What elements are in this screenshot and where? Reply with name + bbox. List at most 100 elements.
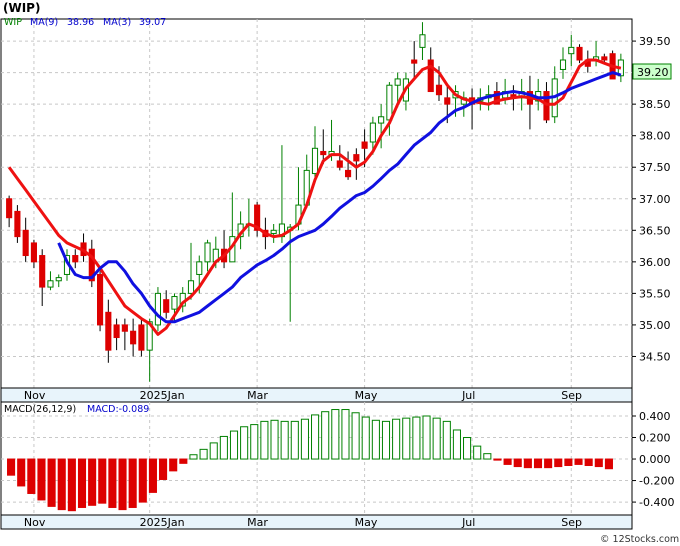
candle-down — [427, 59, 434, 93]
macd-bar-negative — [128, 458, 137, 508]
price-y-tick-label: 37.00 — [639, 193, 671, 206]
macd-bar-negative — [554, 458, 563, 468]
macd-bar-negative — [533, 458, 543, 469]
candle-down — [320, 150, 327, 156]
macd-bar-negative — [57, 458, 66, 511]
price-x-tick-label: Mar — [247, 389, 268, 402]
macd-bar-positive — [422, 415, 431, 460]
macd-x-axis-band — [0, 514, 633, 530]
price-y-tick-label: 36.50 — [639, 224, 671, 237]
legend-ma3-label: MA(3) — [103, 17, 131, 28]
macd-bar-negative — [47, 458, 56, 507]
macd-x-tick-label: Mar — [247, 516, 268, 529]
macd-bar-positive — [402, 417, 411, 460]
candle-up — [394, 78, 401, 86]
candle-up — [378, 116, 385, 124]
macd-bar-positive — [229, 430, 239, 460]
legend-ma9-label: MA(9) — [30, 17, 58, 28]
price-x-tick-label: Jul — [461, 389, 475, 402]
price-y-tick-label: 39.50 — [639, 35, 671, 48]
candle-down — [353, 154, 360, 162]
macd-bar-positive — [371, 419, 380, 460]
macd-bar-negative — [138, 458, 147, 503]
candle-down — [444, 97, 451, 105]
macd-bar-positive — [483, 453, 492, 460]
macd-bar-positive — [219, 435, 228, 460]
price-x-tick-label: May — [355, 389, 378, 402]
price-y-tick-label: 36.00 — [639, 256, 671, 269]
macd-y-tick-label: -0.200 — [639, 475, 674, 488]
price-y-tick-label: 37.50 — [639, 161, 671, 174]
macd-y-axis: -0.400 -0.200 0.000 0.200 0.400 — [632, 410, 674, 509]
macd-bar-positive — [189, 454, 198, 460]
candle-down — [130, 330, 137, 345]
macd-bar-negative — [169, 458, 178, 472]
candle-down — [97, 273, 104, 326]
price-y-tick-label: 34.50 — [639, 350, 671, 363]
macd-bar-negative — [108, 458, 117, 508]
candle-down — [336, 160, 343, 168]
legend-ma3-value: 39.07 — [139, 17, 166, 28]
macd-bar-negative — [37, 458, 46, 501]
price-x-tick-label: Nov — [24, 389, 46, 402]
macd-bar-negative — [17, 458, 26, 487]
macd-bar-positive — [341, 409, 350, 460]
macd-y-tick-label: -0.400 — [639, 496, 674, 509]
candle-down — [105, 311, 112, 351]
price-x-axis-band — [0, 387, 633, 403]
macd-bar-negative — [159, 458, 168, 480]
candle-down — [576, 46, 583, 61]
legend-ma9-value: 38.96 — [67, 17, 94, 28]
legend-ticker: WIP — [4, 17, 22, 28]
macd-bar-negative — [493, 458, 502, 461]
macd-bar-negative — [7, 458, 16, 476]
candle-up — [171, 296, 178, 310]
candle-down — [601, 56, 608, 61]
macd-bar-negative — [98, 458, 107, 504]
candle-up — [196, 261, 203, 275]
macd-bar-positive — [311, 414, 320, 460]
candle-up — [55, 277, 62, 282]
price-y-tick-label: 35.50 — [639, 287, 671, 300]
macd-bar-negative — [27, 458, 36, 494]
macd-bar-positive — [209, 442, 218, 460]
macd-bar-positive — [442, 420, 451, 460]
candle-up — [369, 122, 376, 143]
macd-bar-positive — [473, 445, 482, 460]
candle-down — [6, 198, 13, 219]
macd-bar-positive — [240, 426, 249, 460]
macd-bar-negative — [584, 458, 593, 466]
macd-bar-positive — [361, 416, 370, 460]
candle-up — [187, 280, 195, 294]
macd-bar-negative — [564, 458, 573, 466]
macd-bar-negative — [523, 458, 532, 469]
macd-value-label: MACD:-0.089 — [87, 404, 149, 415]
macd-y-tick-label: 0.000 — [639, 453, 671, 466]
macd-bar-positive — [250, 424, 259, 460]
macd-y-tick-label: 0.400 — [639, 410, 671, 423]
macd-x-tick-label: May — [355, 516, 378, 529]
macd-x-tick-label: Jul — [461, 516, 475, 529]
price-x-tick-label: Sep — [561, 389, 582, 402]
candle-up — [419, 34, 426, 48]
candle-down — [543, 91, 550, 121]
candle-down — [113, 324, 120, 339]
stock-chart: 34.50 35.00 35.50 36.00 36.50 37.00 37.50 38.00… — [0, 1, 679, 545]
macd-bar-negative — [513, 458, 522, 468]
candle-up — [204, 242, 211, 263]
macd-bar-negative — [574, 458, 583, 465]
macd-bar-positive — [351, 412, 360, 460]
candle-down — [163, 299, 170, 313]
candle-down — [345, 169, 352, 178]
candle-down — [22, 229, 29, 257]
candle-down — [138, 324, 145, 351]
candle-down — [30, 242, 37, 263]
price-y-tick-label: 38.00 — [639, 130, 671, 143]
candle-down — [14, 210, 21, 238]
macd-bar-negative — [118, 458, 127, 511]
watermark: © 12Stocks.com — [600, 534, 679, 545]
macd-bar-positive — [392, 418, 401, 460]
macd-bar-positive — [270, 419, 279, 460]
macd-bar-positive — [199, 448, 208, 460]
macd-bar-positive — [463, 437, 472, 460]
